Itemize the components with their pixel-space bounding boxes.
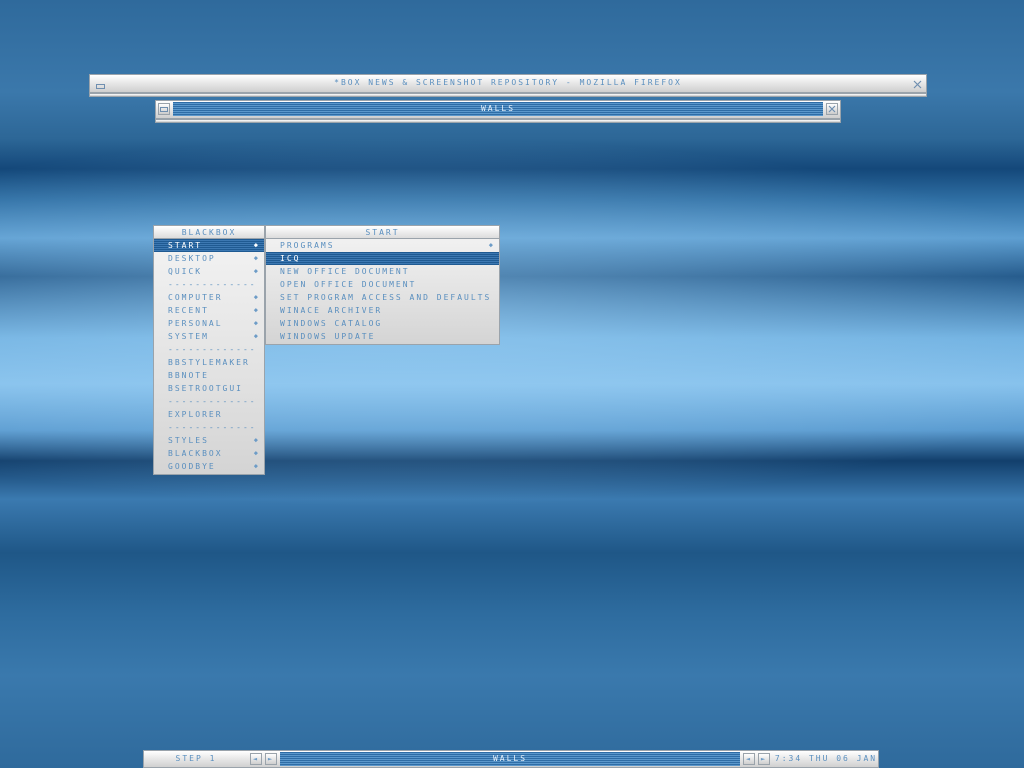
menu-item-programs[interactable]: programs ◆ xyxy=(266,239,499,252)
menu-item-system[interactable]: system ◆ xyxy=(154,330,264,343)
menu-item-label: bbnote xyxy=(168,371,209,380)
menu-item-label: ------------- xyxy=(168,423,257,432)
window-title: *box news & screenshot repository - Mozi… xyxy=(334,78,682,87)
menu-separator: ------------- xyxy=(154,395,264,408)
root-menu-items: start ◆ desktop ◆ quick ◆ ------------- compute… xyxy=(154,239,264,473)
menu-item-blackbox[interactable]: blackbox ◆ xyxy=(154,447,264,460)
close-icon[interactable] xyxy=(826,103,838,115)
prev-workspace-button[interactable]: ◄ xyxy=(250,753,262,765)
menu-item-label: explorer xyxy=(168,410,223,419)
menu-item-icq[interactable]: icq xyxy=(266,252,499,265)
workspace-label: step 1 xyxy=(175,754,217,763)
menu-item-label: goodbye xyxy=(168,462,216,471)
menu-item-label: ------------- xyxy=(168,280,257,289)
diamond-arrow-icon: ◆ xyxy=(253,306,260,314)
firefox-window-titlebar[interactable]: *box news & screenshot repository - Mozi… xyxy=(89,74,927,93)
menu-item-open-office-document[interactable]: open office document xyxy=(266,278,499,291)
start-menu-items: programs ◆ icq new office document open offi… xyxy=(266,239,499,343)
menu-item-start[interactable]: start ◆ xyxy=(154,239,264,252)
menu-item-set-program-access-and-defaults[interactable]: set program access and defaults xyxy=(266,291,499,304)
menu-item-label: winace archiver xyxy=(280,306,383,315)
menu-item-label: computer xyxy=(168,293,223,302)
menu-item-label: windows catalog xyxy=(280,319,383,328)
start-submenu: start programs ◆ icq new office document ope… xyxy=(265,225,500,345)
walls-window-handle[interactable] xyxy=(155,119,841,123)
menu-item-label: new office document xyxy=(280,267,410,276)
diamond-arrow-icon: ◆ xyxy=(253,293,260,301)
close-icon[interactable] xyxy=(911,78,923,90)
blackbox-toolbar: step 1 ◄ ► walls ◄ ► 7:34 thu 06 jan xyxy=(143,750,879,768)
menu-item-label: ------------- xyxy=(168,397,257,406)
menu-item-label: icq xyxy=(280,254,301,263)
menu-item-windows-catalog[interactable]: windows catalog xyxy=(266,317,499,330)
root-menu-title: blackbox xyxy=(154,226,264,239)
menu-item-goodbye[interactable]: goodbye ◆ xyxy=(154,460,264,473)
diamond-arrow-icon: ◆ xyxy=(253,241,260,249)
menu-item-label: blackbox xyxy=(168,449,223,458)
menu-item-label: recent xyxy=(168,306,209,315)
menu-item-label: bsetrootgui xyxy=(168,384,243,393)
menu-item-bbnote[interactable]: bbnote xyxy=(154,369,264,382)
diamond-arrow-icon: ◆ xyxy=(253,267,260,275)
diamond-arrow-icon: ◆ xyxy=(253,319,260,327)
clock-label: 7:34 thu 06 jan xyxy=(774,754,878,763)
diamond-arrow-icon: ◆ xyxy=(253,436,260,444)
menu-item-label: windows update xyxy=(280,332,376,341)
start-menu-title: start xyxy=(266,226,499,239)
menu-item-styles[interactable]: styles ◆ xyxy=(154,434,264,447)
menu-item-label: styles xyxy=(168,436,209,445)
menu-item-new-office-document[interactable]: new office document xyxy=(266,265,499,278)
menu-item-label: open office document xyxy=(280,280,417,289)
menu-item-quick[interactable]: quick ◆ xyxy=(154,265,264,278)
menu-item-label: programs xyxy=(280,241,335,250)
diamond-arrow-icon: ◆ xyxy=(253,462,260,470)
menu-item-windows-update[interactable]: windows update xyxy=(266,330,499,343)
menu-item-computer[interactable]: computer ◆ xyxy=(154,291,264,304)
menu-item-label: start xyxy=(168,241,203,250)
diamond-arrow-icon: ◆ xyxy=(253,254,260,262)
window-title: walls xyxy=(173,102,823,116)
diamond-arrow-icon: ◆ xyxy=(253,332,260,340)
menu-item-bsetrootgui[interactable]: bsetrootgui xyxy=(154,382,264,395)
menu-item-label: quick xyxy=(168,267,203,276)
current-window-label[interactable]: walls xyxy=(280,752,740,766)
next-window-button[interactable]: ► xyxy=(758,753,770,765)
minimize-icon[interactable] xyxy=(158,103,170,115)
menu-separator: ------------- xyxy=(154,278,264,291)
menu-item-winace-archiver[interactable]: winace archiver xyxy=(266,304,499,317)
menu-item-desktop[interactable]: desktop ◆ xyxy=(154,252,264,265)
diamond-arrow-icon: ◆ xyxy=(253,449,260,457)
menu-item-label: personal xyxy=(168,319,223,328)
menu-item-bbstylemaker[interactable]: bbstylemaker xyxy=(154,356,264,369)
diamond-arrow-icon: ◆ xyxy=(488,241,495,249)
menu-item-personal[interactable]: personal ◆ xyxy=(154,317,264,330)
walls-window-titlebar[interactable]: walls xyxy=(155,100,841,119)
menu-item-label: ------------- xyxy=(168,345,257,354)
next-workspace-button[interactable]: ► xyxy=(265,753,277,765)
menu-separator: ------------- xyxy=(154,421,264,434)
prev-window-button[interactable]: ◄ xyxy=(743,753,755,765)
menu-separator: ------------- xyxy=(154,343,264,356)
menu-item-recent[interactable]: recent ◆ xyxy=(154,304,264,317)
menu-item-label: system xyxy=(168,332,209,341)
menu-item-label: bbstylemaker xyxy=(168,358,250,367)
blackbox-root-menu: blackbox start ◆ desktop ◆ quick ◆ -----------… xyxy=(153,225,265,475)
menu-item-label: desktop xyxy=(168,254,216,263)
menu-item-explorer[interactable]: explorer xyxy=(154,408,264,421)
menu-item-label: set program access and defaults xyxy=(280,293,492,302)
firefox-window-handle[interactable] xyxy=(89,93,927,97)
